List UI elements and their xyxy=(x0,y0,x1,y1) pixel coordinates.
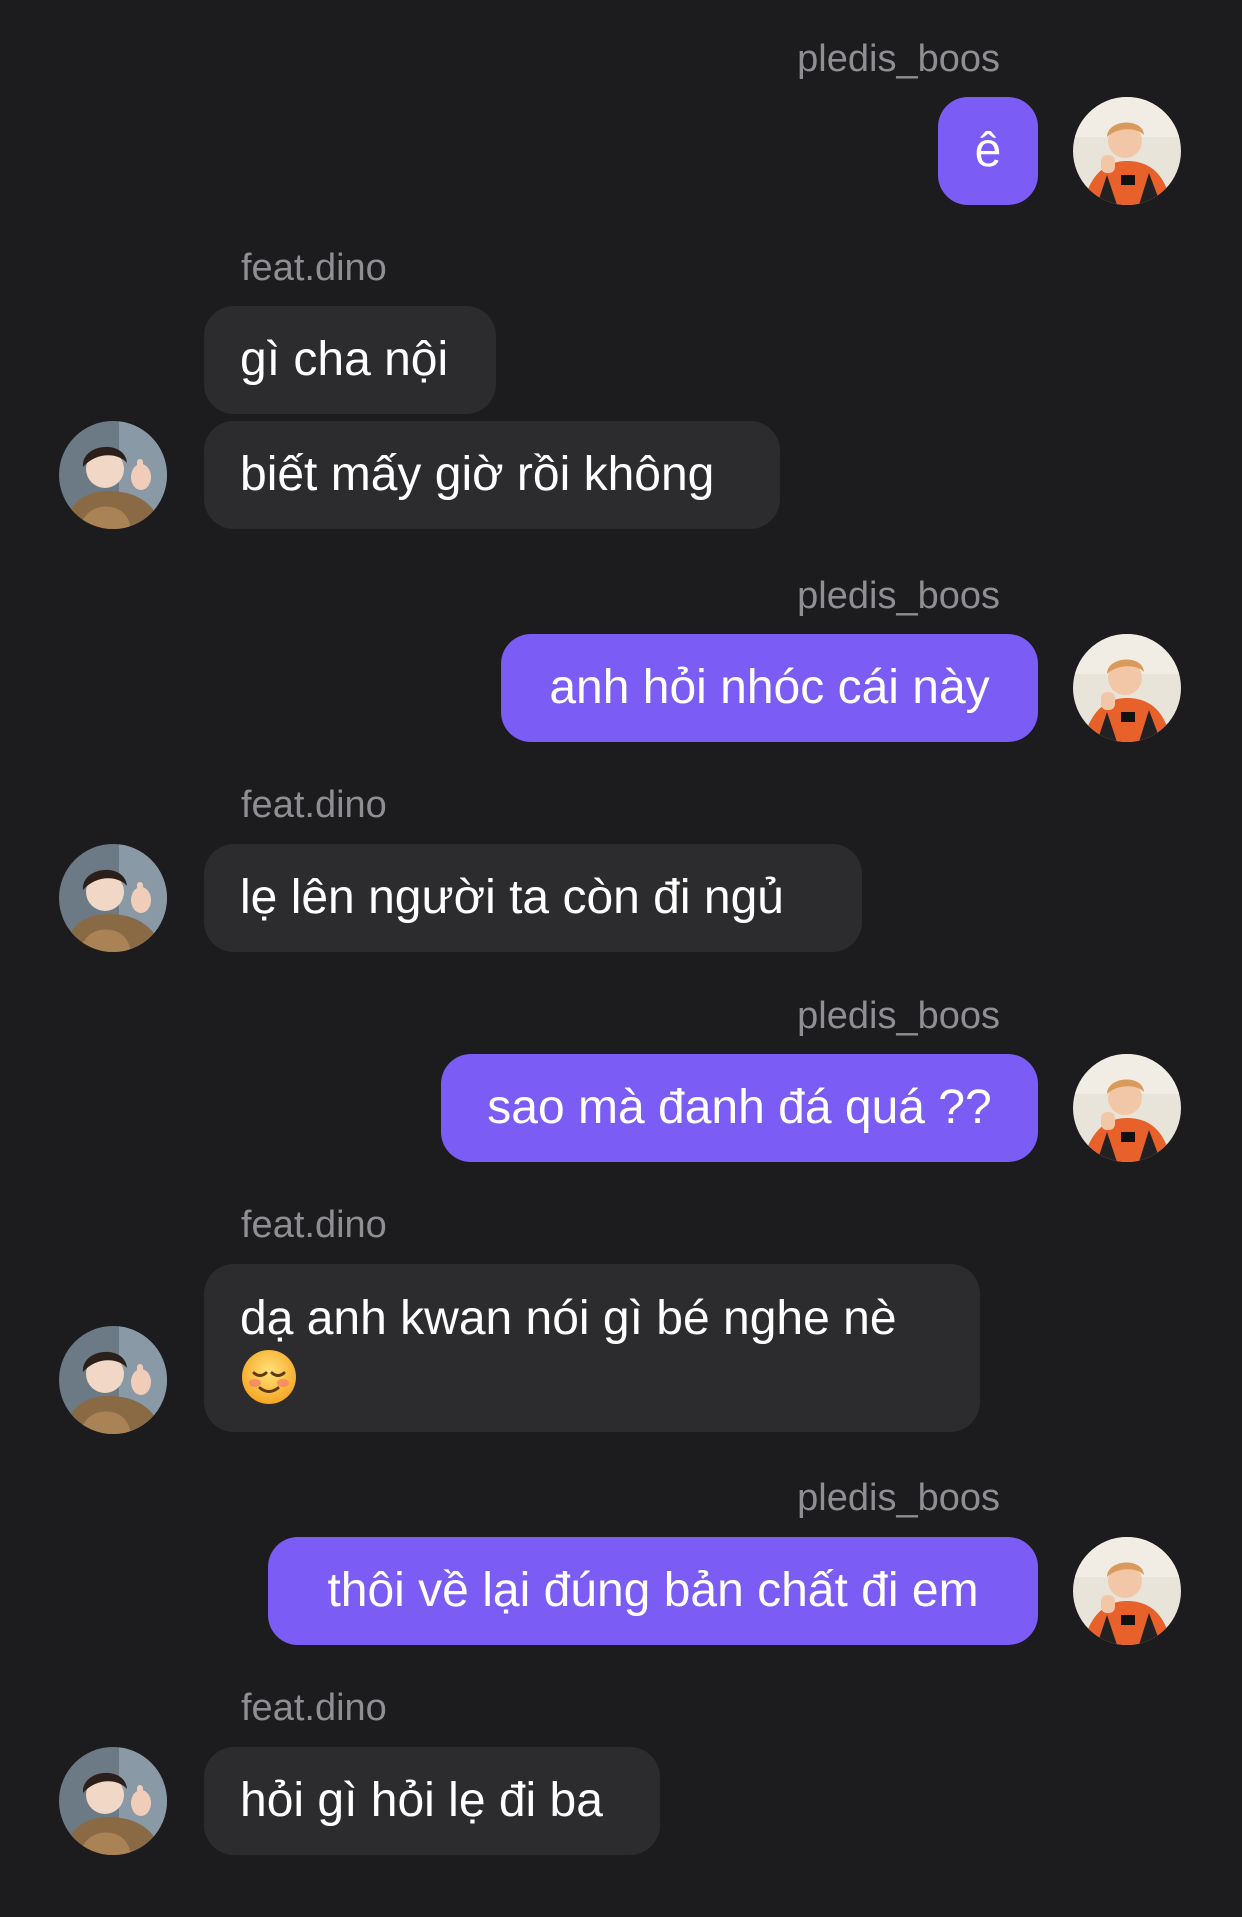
avatar-feat.dino-icon[interactable] xyxy=(59,421,167,529)
avatar-feat.dino-icon[interactable] xyxy=(59,844,167,952)
sender-name: feat.dino xyxy=(241,247,387,289)
avatar-pledis_boos-icon[interactable] xyxy=(1073,97,1181,205)
sender-name: pledis_boos xyxy=(797,575,1000,617)
message-text: dạ anh kwan nói gì bé nghe nè xyxy=(240,1292,897,1345)
smiling-face-emoji-icon xyxy=(240,1348,298,1406)
message-text: thôi về lại đúng bản chất đi em xyxy=(327,1564,979,1617)
sender-name: pledis_boos xyxy=(797,38,1000,80)
message-bubble-outgoing[interactable]: sao mà đanh đá quá ?? xyxy=(441,1054,1038,1162)
avatar-feat.dino-icon[interactable] xyxy=(59,1747,167,1855)
sender-name: feat.dino xyxy=(241,1204,387,1246)
sender-name: feat.dino xyxy=(241,1687,387,1729)
message-bubble-incoming[interactable]: biết mấy giờ rồi không xyxy=(204,421,780,529)
message-bubble-outgoing[interactable]: ê xyxy=(938,97,1038,205)
message-bubble-incoming[interactable]: hỏi gì hỏi lẹ đi ba xyxy=(204,1747,660,1855)
message-bubble-outgoing[interactable]: thôi về lại đúng bản chất đi em xyxy=(268,1537,1038,1645)
sender-name: pledis_boos xyxy=(797,995,1000,1037)
avatar-pledis_boos-icon[interactable] xyxy=(1073,634,1181,742)
avatar-pledis_boos-icon[interactable] xyxy=(1073,1537,1181,1645)
message-text: hỏi gì hỏi lẹ đi ba xyxy=(240,1774,603,1827)
message-bubble-incoming[interactable]: gì cha nội xyxy=(204,306,496,414)
message-text: biết mấy giờ rồi không xyxy=(240,448,715,501)
message-bubble-outgoing[interactable]: anh hỏi nhóc cái này xyxy=(501,634,1038,742)
message-text: anh hỏi nhóc cái này xyxy=(549,661,990,714)
message-bubble-incoming[interactable]: lẹ lên người ta còn đi ngủ xyxy=(204,844,862,952)
message-text: sao mà đanh đá quá ?? xyxy=(487,1081,992,1134)
sender-name: pledis_boos xyxy=(797,1477,1000,1519)
message-text: lẹ lên người ta còn đi ngủ xyxy=(240,871,784,924)
message-text: gì cha nội xyxy=(240,333,449,386)
avatar-feat.dino-icon[interactable] xyxy=(59,1326,167,1434)
message-bubble-incoming[interactable]: dạ anh kwan nói gì bé nghe nè xyxy=(204,1264,980,1432)
message-text: ê xyxy=(974,124,1002,177)
sender-name: feat.dino xyxy=(241,784,387,826)
avatar-pledis_boos-icon[interactable] xyxy=(1073,1054,1181,1162)
